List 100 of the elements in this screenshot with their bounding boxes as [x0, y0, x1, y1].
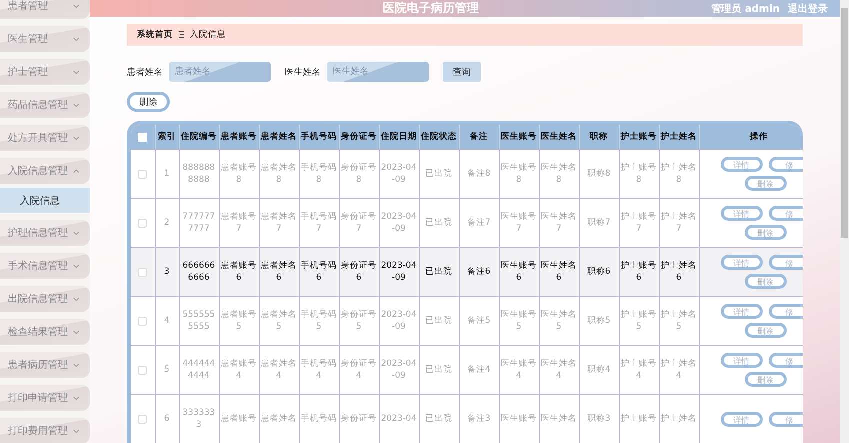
table-cell: 患者姓名6 — [259, 248, 299, 296]
sidebar-menu-item[interactable]: 患者病历管理 — [0, 352, 90, 378]
table-cell: 医生账号5 — [499, 296, 539, 346]
table-cell: 患者账号6 — [219, 248, 259, 296]
edit-button[interactable]: 修 — [768, 353, 803, 368]
menu-label: 入院信息管理 — [8, 164, 68, 178]
table-cell: 患者姓名8 — [259, 150, 299, 198]
table-row[interactable]: 4 5555555555 患者账号5 患者姓名5 手机号码5 身份证号5 2023-04-09 已出院 备注5 医生账号5 医生姓名5 职称5 护士账号5 护士姓名5 详情 修 删除 — [131, 296, 803, 346]
column-header: 职称 — [579, 125, 619, 150]
menu-label: 护理信息管理 — [8, 226, 68, 240]
delete-button[interactable]: 删除 — [127, 92, 170, 112]
table-cell: 医生姓名8 — [539, 150, 579, 198]
scrollbar-thumb[interactable] — [841, 8, 848, 238]
sidebar-menu-item[interactable]: 出院信息管理 — [0, 286, 90, 312]
menu-label: 检查结果管理 — [8, 326, 68, 339]
column-header: 手机号码 — [299, 125, 339, 150]
delete-button[interactable]: 删除 — [744, 372, 786, 387]
details-button[interactable]: 详情 — [720, 255, 762, 270]
column-header: 医生姓名 — [539, 125, 579, 150]
search-field[interactable]: 患者姓名 — [169, 62, 271, 82]
table-cell: 2023-04 — [379, 394, 419, 443]
logout-link[interactable]: 退出登录 — [788, 2, 828, 16]
edit-button[interactable]: 修 — [768, 255, 803, 270]
delete-button[interactable]: 删除 — [744, 274, 786, 289]
table-cell: 医生账号8 — [499, 150, 539, 198]
table-cell: 手机号码 — [299, 394, 339, 443]
table-cell: 患者账号4 — [219, 346, 259, 394]
table-cell: 已出院 — [419, 296, 459, 346]
separator-icon — [179, 31, 184, 39]
sidebar-menu-item[interactable]: 入院信息管理 — [0, 158, 90, 184]
table-row[interactable]: 5 4444444444 患者账号4 患者姓名4 手机号码4 身份证号4 2023-04-09 已出院 备注4 医生账号4 医生姓名4 职称4 护士账号4 护士姓名4 详情 修 删除 — [131, 346, 803, 394]
column-header: 操作 — [699, 125, 803, 150]
menu-label: 出院信息管理 — [8, 292, 68, 306]
sidebar-menu-item[interactable]: 医生管理 — [0, 26, 90, 52]
table-cell: 备注5 — [459, 296, 499, 346]
sidebar-menu-item[interactable]: 检查结果管理 — [0, 319, 90, 345]
menu-label: 患者管理 — [8, 0, 48, 13]
row-checkbox[interactable] — [138, 170, 148, 178]
sidebar-menu-item[interactable]: 处方开具管理 — [0, 125, 90, 151]
row-checkbox[interactable] — [138, 218, 148, 228]
edit-button[interactable]: 修 — [768, 412, 803, 426]
edit-button[interactable]: 修 — [768, 206, 803, 221]
sidebar-menu-item[interactable]: 打印费用管理 — [0, 418, 90, 443]
table-cell: 患者账号 — [219, 394, 259, 443]
details-button[interactable]: 详情 — [720, 157, 762, 172]
table-cell: 医生姓名4 — [539, 346, 579, 394]
delete-button[interactable]: 删除 — [744, 176, 786, 191]
details-button[interactable]: 详情 — [720, 412, 762, 426]
table-cell: 护士姓名5 — [659, 296, 699, 346]
details-button[interactable]: 详情 — [720, 353, 762, 368]
menu-label: 处方开具管理 — [8, 132, 68, 145]
sidebar-menu-item[interactable]: 护士管理 — [0, 59, 90, 85]
table-cell: 已出院 — [419, 248, 459, 296]
sidebar-menu-item[interactable]: 手术信息管理 — [0, 253, 90, 279]
table-row[interactable]: 1 8888888888 患者账号8 患者姓名8 手机号码8 身份证号8 2023-04-09 已出院 备注8 医生账号8 医生姓名8 职称8 护士账号8 护士姓名8 详情 修 删除 — [131, 150, 803, 198]
sidebar-menu-item[interactable]: 患者管理 — [0, 0, 90, 19]
table-cell: 职称8 — [579, 150, 619, 198]
table-cell: 2023-04-09 — [379, 150, 419, 198]
details-button[interactable]: 详情 — [720, 304, 762, 319]
field-label: 患者姓名 — [127, 66, 163, 78]
table-cell: 6666666666 — [179, 248, 219, 296]
sidebar-menu-item[interactable]: 护理信息管理 — [0, 220, 90, 246]
table-cell: 身份证号8 — [339, 150, 379, 198]
select-all-checkbox[interactable] — [138, 132, 148, 142]
breadcrumb-home[interactable]: 系统首页 — [137, 29, 173, 41]
row-checkbox[interactable] — [138, 414, 148, 424]
edit-button[interactable]: 修 — [768, 304, 803, 319]
table-cell: 2023-04-09 — [379, 296, 419, 346]
table-cell: 患者姓名4 — [259, 346, 299, 394]
edit-button[interactable]: 修 — [768, 157, 803, 172]
table-cell: 患者姓名 — [259, 394, 299, 443]
sidebar-menu-item[interactable]: 打印申请管理 — [0, 385, 90, 411]
menu-label: 打印申请管理 — [8, 392, 68, 405]
table-cell: 护士账号8 — [619, 150, 659, 198]
table-row[interactable]: 3 6666666666 患者账号6 患者姓名6 手机号码6 身份证号6 2023-04-09 已出院 备注6 医生账号6 医生姓名6 职称6 护士账号6 护士姓名6 详情 修 删除 — [131, 248, 803, 296]
details-button[interactable]: 详情 — [720, 206, 762, 221]
search-field[interactable]: 医生姓名 — [327, 62, 429, 82]
table-cell: 职称4 — [579, 346, 619, 394]
column-header: 医生账号 — [499, 125, 539, 150]
column-header: 住院编号 — [179, 125, 219, 150]
delete-button[interactable]: 删除 — [744, 225, 786, 240]
menu-label: 护士管理 — [8, 66, 48, 79]
table-cell: 护士账号4 — [619, 346, 659, 394]
table-cell: 患者账号5 — [219, 296, 259, 346]
row-checkbox[interactable] — [138, 268, 148, 276]
table-cell: 护士姓名4 — [659, 346, 699, 394]
table-cell: 已出院 — [419, 150, 459, 198]
delete-button[interactable]: 删除 — [744, 323, 786, 338]
row-checkbox[interactable] — [138, 316, 148, 326]
sidebar-submenu-item[interactable]: 入院信息 — [0, 188, 90, 213]
sidebar-menu-item[interactable]: 药品信息管理 — [0, 92, 90, 118]
column-header: 备注 — [459, 125, 499, 150]
row-checkbox[interactable] — [138, 366, 148, 374]
table-cell: 护士姓名 — [659, 394, 699, 443]
table-cell: 8888888888 — [179, 150, 219, 198]
table-cell: 5555555555 — [179, 296, 219, 346]
table-cell: 4 — [155, 296, 179, 346]
table-cell: 患者账号8 — [219, 150, 259, 198]
column-header: 患者账号 — [219, 125, 259, 150]
search-button[interactable]: 查询 — [443, 62, 481, 82]
